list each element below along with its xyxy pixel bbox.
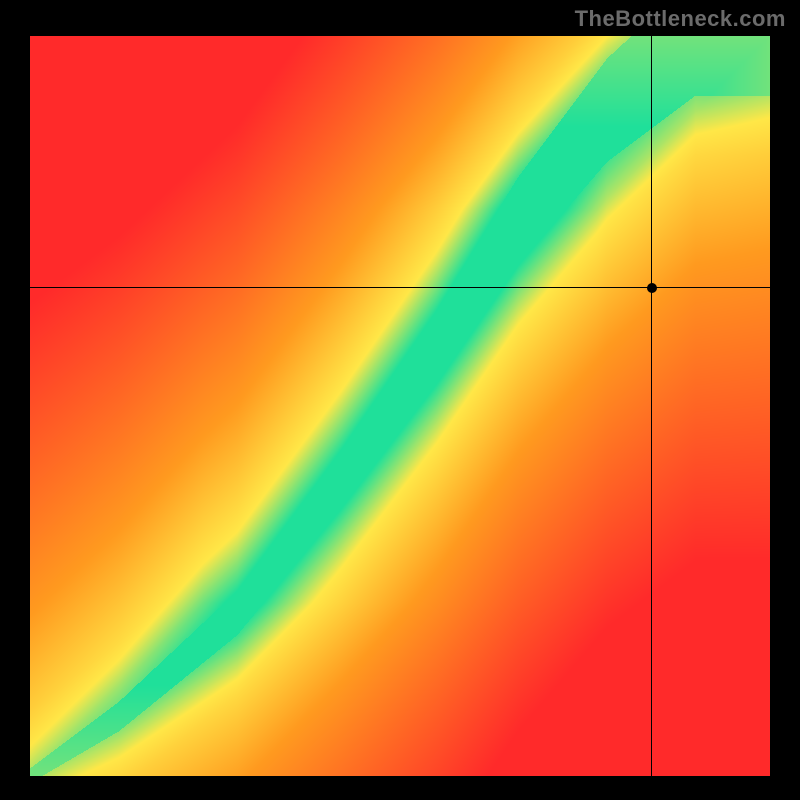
heatmap-canvas [30, 36, 770, 776]
heatmap-plot [30, 36, 770, 776]
watermark-text: TheBottleneck.com [575, 6, 786, 32]
stage: TheBottleneck.com [0, 0, 800, 800]
